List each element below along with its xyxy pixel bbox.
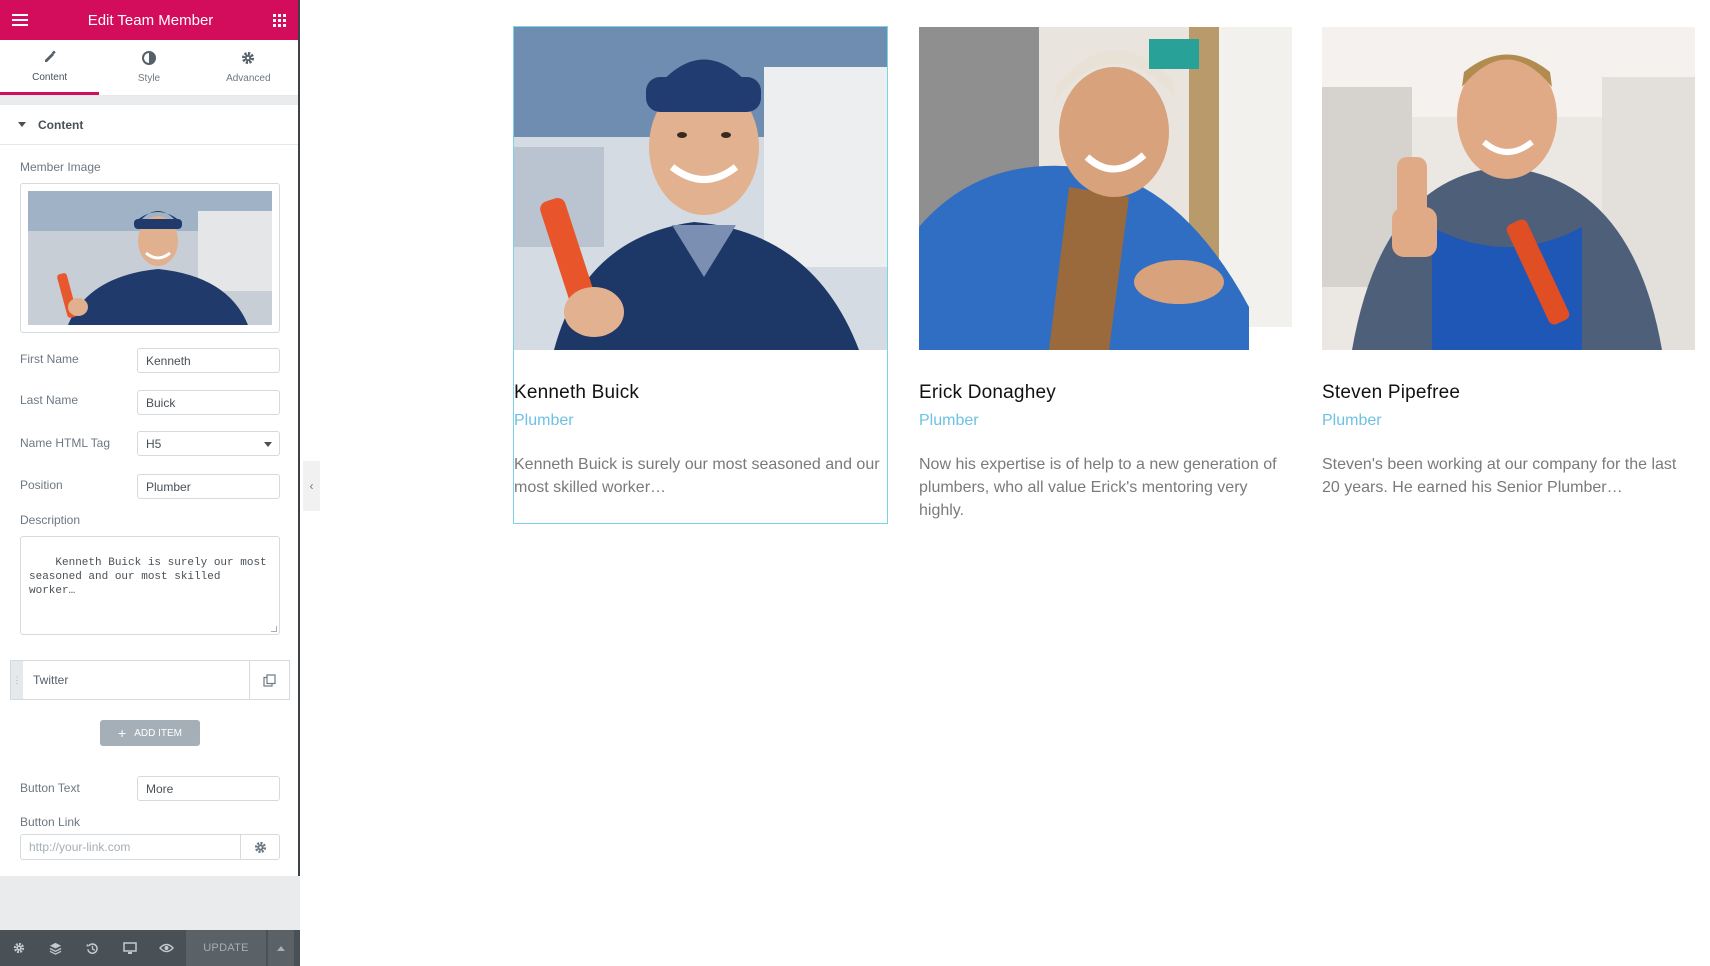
button-link-label: Button Link (20, 815, 81, 829)
button-text-input[interactable]: More (137, 776, 280, 801)
tab-content-label: Content (32, 71, 68, 83)
member-name: Erick Donaghey (919, 382, 1056, 403)
add-item-label: ADD ITEM (134, 727, 182, 739)
member-name: Steven Pipefree (1322, 382, 1461, 403)
team-member-card[interactable]: Steven Pipefree Plumber Steven's been wo… (1322, 27, 1695, 499)
panel-header: Edit Team Member (0, 0, 298, 40)
add-item-button[interactable]: + ADD ITEM (100, 720, 200, 746)
member-description: Now his expertise is of help to a new ge… (919, 456, 1277, 519)
tab-style[interactable]: Style (99, 40, 198, 95)
member-description: Kenneth Buick is surely our most seasone… (514, 456, 880, 496)
collapse-panel-chevron-icon[interactable]: ‹ (303, 461, 320, 511)
panel-empty-area (0, 876, 300, 930)
widgets-grid-icon[interactable] (272, 13, 286, 27)
content-section-toggle[interactable]: Content (0, 105, 298, 145)
drag-handle-icon[interactable]: ⋮ (11, 661, 23, 699)
last-name-label: Last Name (20, 393, 79, 407)
member-photo (1322, 27, 1695, 350)
name-tag-select[interactable]: H5 (137, 431, 280, 456)
tab-style-label: Style (137, 73, 161, 84)
last-name-input[interactable]: Buick (137, 390, 280, 415)
position-input[interactable]: Plumber (137, 474, 280, 499)
member-image-label: Member Image (20, 160, 101, 174)
history-icon[interactable] (74, 930, 111, 966)
social-repeater-item[interactable]: ⋮ Twitter (10, 660, 290, 700)
pencil-icon (43, 50, 57, 66)
description-textarea[interactable]: Kenneth Buick is surely our most seasone… (20, 536, 280, 635)
button-link-input[interactable]: http://your-link.com (21, 835, 240, 859)
duplicate-icon[interactable] (249, 661, 289, 699)
first-name-label: First Name (20, 352, 79, 366)
description-text: Kenneth Buick is surely our most seasone… (29, 557, 267, 597)
name-tag-label: Name HTML Tag (20, 436, 111, 450)
member-photo (919, 27, 1292, 350)
team-member-card[interactable]: Erick Donaghey Plumber Now his expertise… (919, 27, 1292, 522)
member-position: Plumber (514, 412, 574, 429)
preview-eye-icon[interactable] (148, 930, 185, 966)
member-position: Plumber (1322, 412, 1382, 429)
description-label: Description (20, 513, 81, 527)
panel-divider (0, 96, 298, 105)
caret-down-icon (18, 122, 26, 127)
responsive-desktop-icon[interactable] (111, 930, 148, 966)
update-options-caret-icon[interactable] (268, 930, 294, 966)
button-link-field[interactable]: http://your-link.com (20, 834, 280, 860)
link-options-gear-icon[interactable] (240, 835, 279, 859)
layers-icon[interactable] (37, 930, 74, 966)
resize-handle-icon[interactable] (271, 626, 277, 632)
menu-icon[interactable] (12, 14, 28, 26)
editor-panel: Edit Team Member Content Style Advanced … (0, 0, 300, 966)
tab-advanced-label: Advanced (226, 73, 271, 84)
member-name: Kenneth Buick (514, 382, 640, 403)
member-photo (514, 27, 887, 350)
tab-advanced[interactable]: Advanced (199, 40, 298, 95)
member-image-thumbnail (28, 191, 272, 325)
half-circle-icon (141, 51, 156, 67)
position-label: Position (20, 478, 63, 492)
member-image-picker[interactable] (20, 183, 280, 333)
button-text-label: Button Text (20, 781, 80, 795)
tab-content[interactable]: Content (0, 40, 100, 95)
member-description: Steven's been working at our company for… (1322, 456, 1677, 496)
section-title: Content (38, 117, 84, 132)
repeater-item-label[interactable]: Twitter (23, 661, 249, 699)
panel-title: Edit Team Member (87, 11, 214, 29)
plus-icon: + (118, 725, 127, 741)
name-tag-value: H5 (146, 436, 162, 451)
panel-tabs: Content Style Advanced (0, 40, 298, 96)
team-member-card[interactable]: Kenneth Buick Plumber Kenneth Buick is s… (513, 26, 888, 524)
settings-gear-icon[interactable] (0, 930, 37, 966)
first-name-input[interactable]: Kenneth (137, 348, 280, 373)
panel-footer: UPDATE (0, 930, 300, 966)
member-position: Plumber (919, 412, 979, 429)
gear-icon (241, 51, 255, 67)
update-button[interactable]: UPDATE (186, 930, 266, 966)
